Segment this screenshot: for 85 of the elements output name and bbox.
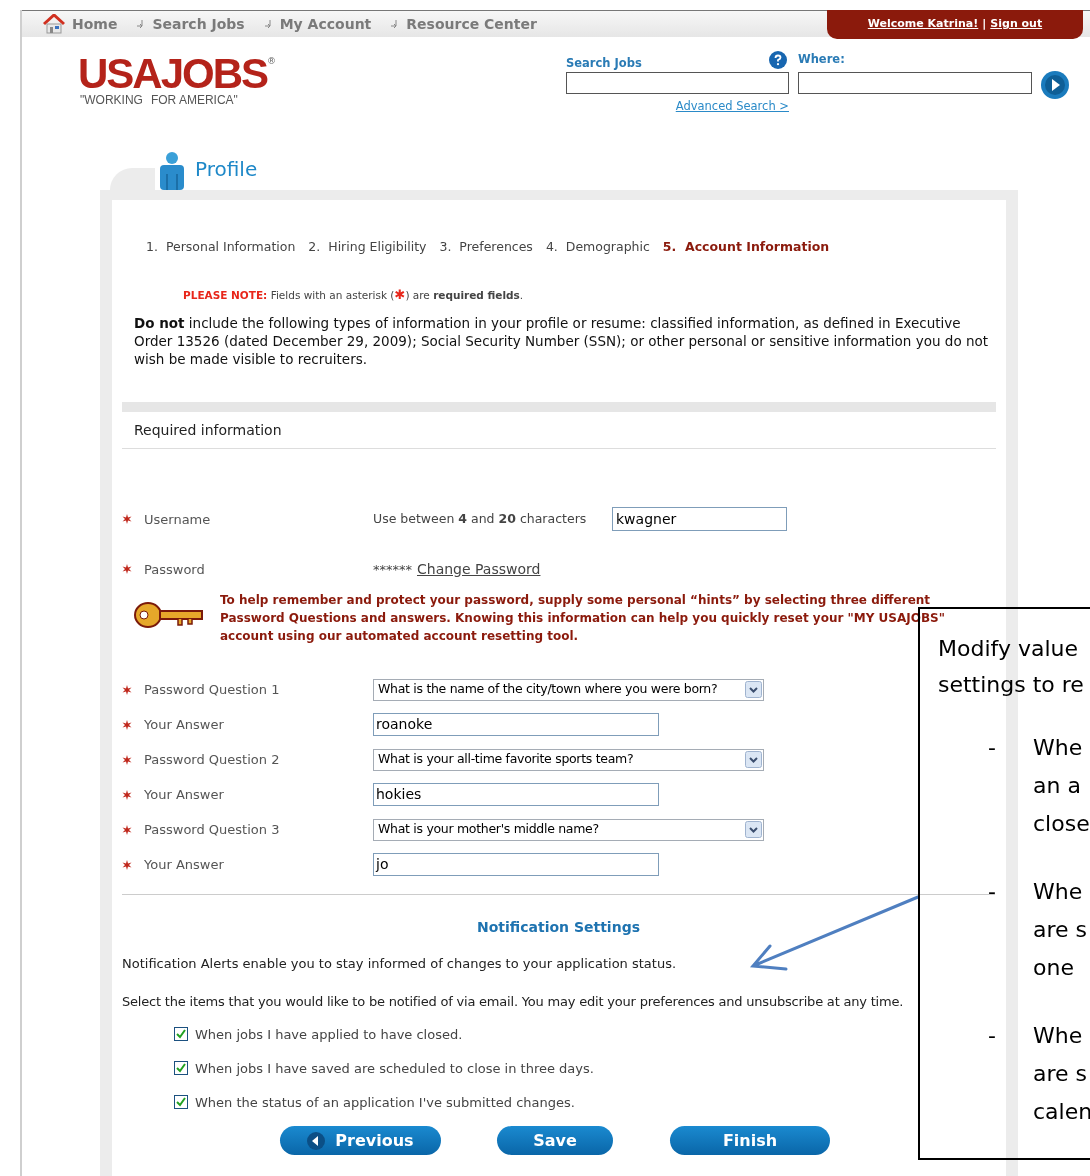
profile-title: Profile [195,156,258,183]
step-link[interactable]: 4. Demographic [545,238,650,257]
answer-label: Your Answer [144,786,225,804]
nav-link[interactable]: Search Jobs [152,13,245,35]
question-dropdown[interactable]: What is your mother's middle name? [373,818,764,841]
search-go-icon[interactable] [1041,71,1069,99]
section-title: Required information [134,420,282,440]
previous-button[interactable]: Previous [280,1126,441,1156]
form-button[interactable]: Finish [670,1126,830,1156]
step-link[interactable]: 3. Preferences [439,238,533,257]
checkbox[interactable] [174,1061,188,1076]
answer-field[interactable]: hokies [373,783,659,807]
search-jobs-label: Search Jobs [566,54,642,72]
chevron-down-icon [745,821,762,839]
callout-text: an a [1033,772,1081,800]
username-label: Username [144,510,212,529]
change-password-link[interactable]: Change Password [417,558,541,580]
callout-text: are s [1033,916,1088,944]
logo-wordmark: USAJOBS [78,55,268,93]
callout-text: Whe [1033,1022,1083,1050]
where-label: Where: [798,50,845,68]
help-icon[interactable] [769,51,787,69]
checkbox[interactable] [174,1027,188,1042]
required-note: PLEASE NOTE: Fields with an asterisk (✱) are required fields. [183,285,525,304]
chevron-down-icon [745,751,762,769]
required-asterisk-icon [122,684,132,695]
callout-text: settings to re [938,671,1084,699]
username-field[interactable]: kwagner [612,507,787,532]
sign-out-link[interactable]: Sign out [990,16,1043,33]
callout-dash: - [988,734,997,762]
callout-text: close [1033,810,1090,838]
callout-text: one [1033,954,1074,982]
logo-tagline: "WORKING [80,93,143,107]
answer-label: Your Answer [144,856,225,874]
callout-text: calen [1033,1098,1090,1126]
password-mask: ****** [373,560,412,579]
step-link[interactable]: 5. Account Information [662,238,830,257]
arrow-corner-icon [264,19,274,29]
required-asterisk-icon [122,824,132,835]
separator-text: | [982,16,987,33]
required-asterisk-icon [122,564,132,575]
option-label: When the status of an application I've submitted changes. [195,1093,575,1112]
advanced-search-link[interactable]: Advanced Search > [675,98,789,116]
answer-label: Your Answer [144,716,225,734]
notification-instructions: Select the items that you would like to be notified of via email. You may edit your preferences and unsubscribe at any time. [122,992,905,1011]
required-asterisk-icon [122,754,132,765]
welcome-link[interactable]: Welcome Katrina! [867,16,979,33]
house-icon [42,14,66,34]
option-label: When jobs I have saved are scheduled to close in three days. [195,1059,594,1078]
answer-field[interactable]: jo [373,853,659,877]
person-icon [158,152,186,190]
question-dropdown[interactable]: What is the name of the city/town where you were born? [373,678,764,701]
nav-link[interactable]: Home [72,13,118,35]
notification-heading: Notification Settings [477,918,640,938]
callout-dash: - [988,878,997,906]
where-field[interactable] [798,72,1032,94]
search-jobs-field[interactable] [566,72,789,94]
option-label: When jobs I have applied to have closed. [195,1025,463,1044]
warning-paragraph: Do not include the following types of information in your profile or resume: classified information, as defined in Executive Order 13526 (dated December 29, 2009); Social Security Number (SSN); or other personal or sensitive information you do not wish be made visible to recruiters. [134,314,989,369]
callout-text: Modify value [938,635,1078,663]
question-label: Password Question 3 [144,821,281,839]
notification-intro: Notification Alerts enable you to stay informed of changes to your application status. [122,955,678,974]
callout-dash: - [988,1022,997,1050]
required-asterisk-icon [122,719,132,730]
question-dropdown[interactable]: What is your all-time favorite sports team? [373,748,764,771]
step-link[interactable]: 1. Personal Information [146,238,296,257]
callout-text: are s [1033,1060,1088,1088]
step-link[interactable]: 2. Hiring Eligibility [308,238,427,257]
answer-field[interactable]: roanoke [373,713,659,737]
callout-text: Whe [1033,878,1083,906]
checkbox[interactable] [174,1095,188,1110]
question-label: Password Question 2 [144,751,281,769]
logo-tagline: FOR AMERICA" [150,93,238,107]
question-label: Password Question 1 [144,681,281,699]
registered-mark: ® [267,55,277,66]
nav-link[interactable]: My Account [279,13,372,35]
required-asterisk-icon [122,514,132,525]
nav-link[interactable]: Resource Center [406,13,537,35]
form-button[interactable]: Save [497,1126,613,1156]
callout-text: Whe [1033,734,1083,762]
required-asterisk-icon [122,789,132,800]
chevron-down-icon [745,681,762,699]
username-hint: Use between 4 and 20 characters [373,509,588,528]
required-asterisk-icon [122,859,132,870]
password-label: Password [144,560,206,579]
